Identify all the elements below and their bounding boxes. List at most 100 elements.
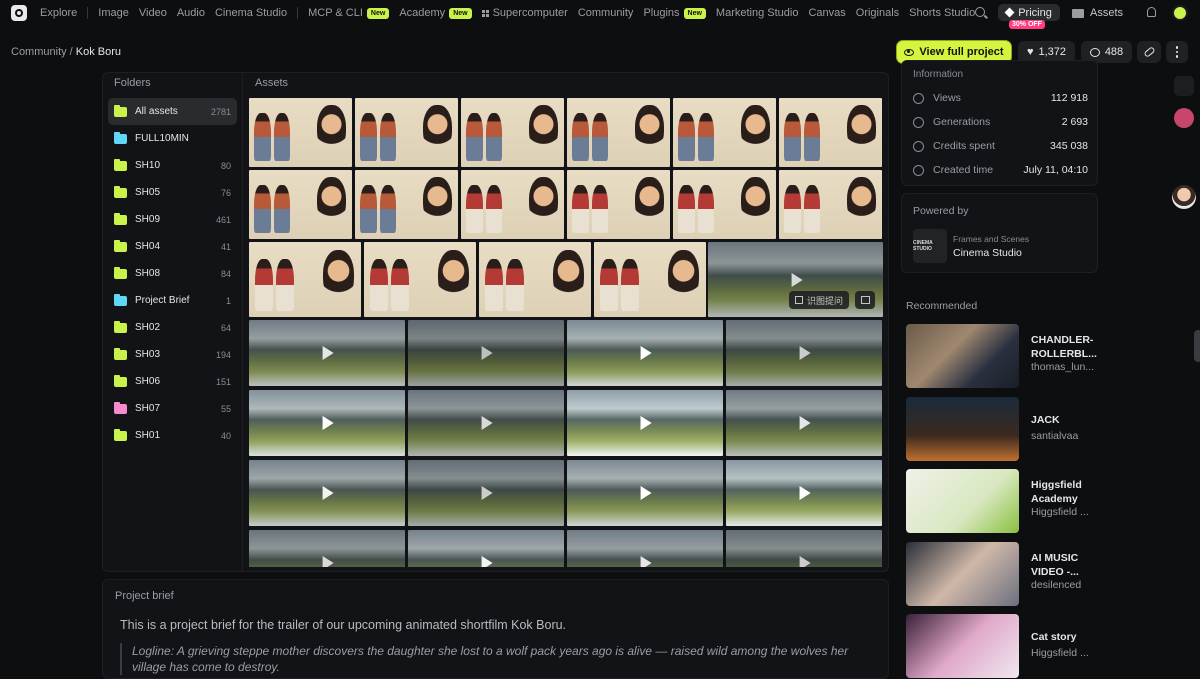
play-icon (640, 486, 652, 500)
user-avatar[interactable] (1172, 5, 1188, 21)
video-thumbnail[interactable] (567, 390, 723, 456)
play-icon (322, 416, 334, 430)
folder-item[interactable]: SH04 41 (108, 233, 237, 260)
bell-icon[interactable] (1147, 7, 1156, 17)
more-options-button[interactable] (1166, 41, 1188, 63)
concept-art-thumbnail[interactable] (673, 170, 776, 239)
folder-item[interactable]: SH09 461 (108, 206, 237, 233)
folder-count: 151 (215, 376, 231, 387)
video-thumbnail[interactable] (249, 320, 405, 386)
video-thumbnail[interactable]: 识图提问 (708, 242, 883, 317)
nav-item[interactable]: Audio (177, 7, 205, 19)
character-face (423, 176, 452, 226)
recommended-item[interactable]: CHANDLER- ROLLERBL... thomas_lun... (906, 324, 1097, 388)
video-thumbnail[interactable] (249, 530, 405, 567)
image-action-chip[interactable] (855, 291, 875, 309)
sparkle-app-icon[interactable] (1174, 108, 1194, 128)
scroll-handle[interactable] (1194, 330, 1200, 362)
nav-item[interactable]: Cinema Studio (215, 7, 287, 19)
video-thumbnail[interactable] (726, 460, 882, 526)
folder-name: SH02 (135, 322, 161, 333)
recommended-thumbnail[interactable] (906, 324, 1019, 388)
video-thumbnail[interactable] (408, 390, 564, 456)
folder-name: SH08 (135, 268, 161, 279)
nav-item[interactable]: Explore (40, 7, 77, 19)
concept-art-thumbnail[interactable] (364, 242, 476, 317)
video-thumbnail[interactable] (567, 460, 723, 526)
nav-item[interactable]: Canvas (808, 7, 845, 19)
folder-item[interactable]: FULL10MIN (108, 125, 237, 152)
folder-item[interactable]: SH10 80 (108, 152, 237, 179)
app-logo-icon[interactable] (11, 5, 27, 21)
nav-item[interactable]: Shorts Studio (909, 7, 975, 19)
video-thumbnail[interactable] (249, 390, 405, 456)
folder-item[interactable]: SH07 55 (108, 395, 237, 422)
video-thumbnail[interactable] (567, 320, 723, 386)
folder-count: 64 (220, 322, 231, 333)
folder-item[interactable]: SH08 84 (108, 260, 237, 287)
nav-item[interactable]: Originals (856, 7, 899, 19)
nav-item[interactable]: Supercomputer (481, 7, 568, 19)
folder-item[interactable]: All assets 2781 (108, 98, 237, 125)
recommended-thumbnail[interactable] (906, 396, 1019, 461)
search-icon[interactable] (975, 7, 985, 17)
recommended-thumbnail[interactable] (906, 614, 1019, 678)
character-face (847, 176, 876, 226)
powered-by-panel[interactable]: Powered by CINEMA STUDIO Frames and Scen… (901, 193, 1098, 273)
concept-art-thumbnail[interactable] (249, 98, 352, 167)
video-thumbnail[interactable] (408, 530, 564, 567)
video-thumbnail[interactable] (408, 320, 564, 386)
nav-item[interactable]: Video (139, 7, 167, 19)
recommended-thumbnail[interactable] (906, 541, 1019, 606)
folder-item[interactable]: SH01 40 (108, 422, 237, 449)
folder-item[interactable]: SH03 194 (108, 341, 237, 368)
nav-item[interactable]: Community (578, 7, 634, 19)
assistant-avatar[interactable] (1172, 185, 1196, 209)
folder-item[interactable]: SH02 64 (108, 314, 237, 341)
video-thumbnail[interactable] (726, 320, 882, 386)
apps-grid-icon[interactable] (1174, 76, 1194, 96)
concept-art-thumbnail[interactable] (779, 98, 882, 167)
recommended-author: santialvaa (1031, 429, 1079, 442)
nav-item[interactable]: Marketing Studio (716, 7, 799, 19)
concept-art-thumbnail[interactable] (479, 242, 591, 317)
concept-art-thumbnail[interactable] (567, 98, 670, 167)
recommended-item[interactable]: Higgsfield Academy Higgsfield ... (906, 469, 1096, 533)
nav-item[interactable]: Plugins New (643, 7, 706, 19)
assets-nav-button[interactable]: Assets (1072, 0, 1123, 26)
ocr-ask-chip[interactable]: 识图提问 (788, 291, 849, 309)
pricing-button[interactable]: Pricing (998, 4, 1060, 21)
concept-art-thumbnail[interactable] (461, 170, 564, 239)
project-brief-logline: Logline: A grieving steppe mother discov… (120, 643, 860, 675)
folder-name: SH09 (135, 214, 161, 225)
video-thumbnail[interactable] (567, 530, 723, 567)
folder-item[interactable]: SH06 151 (108, 368, 237, 395)
concept-art-thumbnail[interactable] (461, 98, 564, 167)
nav-item[interactable]: MCP & CLI New (308, 7, 390, 19)
nav-item[interactable]: Academy New (399, 7, 472, 19)
video-thumbnail[interactable] (726, 530, 882, 567)
folder-icon (1072, 8, 1084, 18)
recommended-item[interactable]: AI MUSIC VIDEO -... desilenced (906, 541, 1096, 606)
folder-item[interactable]: Project Brief 1 (108, 287, 237, 314)
folder-name: FULL10MIN (135, 133, 189, 144)
concept-art-thumbnail[interactable] (249, 170, 352, 239)
recommended-item[interactable]: JACK santialvaa (906, 396, 1096, 461)
video-thumbnail[interactable] (408, 460, 564, 526)
character-figure (273, 112, 291, 161)
concept-art-thumbnail[interactable] (249, 242, 361, 317)
concept-art-thumbnail[interactable] (673, 98, 776, 167)
copy-link-button[interactable] (1137, 41, 1161, 63)
concept-art-thumbnail[interactable] (567, 170, 670, 239)
video-thumbnail[interactable] (249, 460, 405, 526)
folder-item[interactable]: SH05 76 (108, 179, 237, 206)
concept-art-thumbnail[interactable] (594, 242, 706, 317)
nav-item[interactable]: Image (98, 7, 129, 19)
recommended-item[interactable]: Cat story Higgsfield ... (906, 614, 1096, 678)
concept-art-thumbnail[interactable] (779, 170, 882, 239)
video-thumbnail[interactable] (726, 390, 882, 456)
breadcrumb-parent-link[interactable]: Community (11, 46, 67, 58)
concept-art-thumbnail[interactable] (355, 170, 458, 239)
concept-art-thumbnail[interactable] (355, 98, 458, 167)
recommended-thumbnail[interactable] (906, 469, 1019, 533)
